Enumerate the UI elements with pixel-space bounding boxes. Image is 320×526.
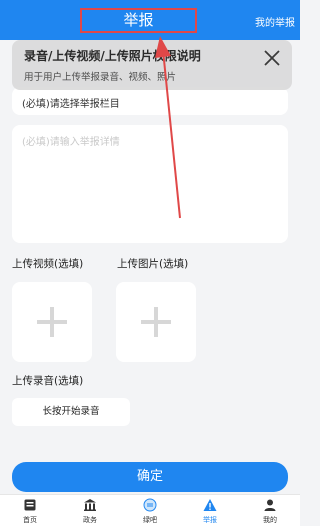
tab-government[interactable]: 政务 bbox=[60, 495, 120, 526]
tab-report[interactable]: 举报 bbox=[180, 495, 240, 526]
image-upload-label: 上传图片(选填) bbox=[117, 258, 189, 270]
tab-home[interactable]: 首页 bbox=[0, 495, 60, 526]
report-details-placeholder: (必填)请输入举报详情 bbox=[22, 137, 120, 148]
tab-mine-label: 我的 bbox=[263, 516, 277, 524]
tab-lvba-label: 绿吧 bbox=[143, 516, 157, 524]
bottom-tab-bar: 首页 政务 绿吧 举报 我的 bbox=[0, 494, 300, 526]
close-icon[interactable] bbox=[262, 48, 282, 68]
tab-government-label: 政务 bbox=[83, 516, 97, 524]
my-reports-link[interactable]: 我的举报 bbox=[255, 14, 295, 29]
permission-notice-banner: 录音/上传视频/上传照片权限说明 用于用户上传举报录音、视频、照片 bbox=[12, 40, 292, 90]
upload-video-button[interactable] bbox=[12, 282, 92, 362]
permission-notice-description: 用于用户上传举报录音、视频、照片 bbox=[24, 72, 177, 83]
warning-icon bbox=[203, 499, 217, 511]
tab-mine[interactable]: 我的 bbox=[240, 495, 300, 526]
home-icon bbox=[24, 499, 36, 511]
report-column-select[interactable]: (必填)请选择举报栏目 bbox=[12, 87, 288, 115]
upload-image-button[interactable] bbox=[116, 282, 196, 362]
tab-lvba[interactable]: 绿吧 bbox=[120, 495, 180, 526]
government-building-icon bbox=[84, 499, 96, 511]
report-details-input[interactable]: (必填)请输入举报详情 bbox=[12, 125, 288, 243]
tab-home-label: 首页 bbox=[23, 516, 37, 524]
tab-report-label: 举报 bbox=[203, 516, 217, 524]
permission-notice-title: 录音/上传视频/上传照片权限说明 bbox=[24, 49, 201, 63]
confirm-button[interactable]: 确定 bbox=[12, 462, 288, 492]
page-title: 举报 bbox=[80, 8, 197, 33]
chat-bubble-icon bbox=[143, 498, 157, 512]
person-icon bbox=[264, 499, 276, 511]
report-column-placeholder: (必填)请选择举报栏目 bbox=[22, 99, 120, 110]
hold-to-record-button[interactable]: 长按开始录音 bbox=[12, 398, 130, 426]
app-header: 举报 我的举报 bbox=[0, 0, 300, 40]
video-upload-label: 上传视频(选填) bbox=[12, 258, 84, 270]
audio-upload-label: 上传录音(选填) bbox=[12, 375, 84, 387]
